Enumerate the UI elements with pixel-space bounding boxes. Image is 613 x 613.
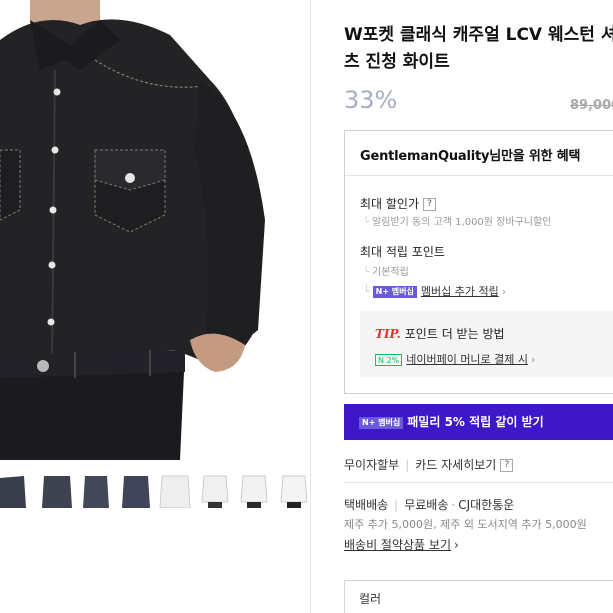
benefit-box: GentlemanQuality님만을 위한 혜택 최대 할인가? └ 알림받기 …: [344, 130, 613, 394]
membership-badge: N+ 멤버십: [372, 286, 417, 298]
membership-badge: N+ 멤버십: [359, 416, 404, 429]
thumbnail-strip: [0, 468, 310, 510]
product-title: W포켓 클래식 캐주얼 LCV 웨스턴 셔 츠 진청 화이트: [344, 22, 613, 76]
divider: [344, 482, 613, 483]
tree-branch-icon: └: [363, 217, 370, 228]
shipping-carrier: CJ대한통운: [458, 498, 515, 512]
membership-link[interactable]: 멤버십 추가 적립: [421, 285, 499, 298]
thumbnail[interactable]: [276, 468, 310, 508]
product-title-line1: W포켓 클래식 캐주얼 LCV 웨스턴 셔: [344, 25, 613, 45]
product-main-image[interactable]: [0, 0, 310, 460]
max-discount-label: 최대 할인가?: [360, 195, 437, 212]
chevron-right-icon: ›: [501, 285, 507, 298]
installment-label: 무이자할부: [344, 458, 400, 472]
tip-pay-row[interactable]: N 2% 네이버페이 머니로 결제 시 ›: [375, 351, 535, 367]
tree-branch-icon: └: [363, 267, 370, 278]
help-icon[interactable]: ?: [423, 198, 437, 211]
base-points-sub: └ 기본적립: [363, 263, 409, 278]
naverpay-badge: N 2%: [375, 354, 403, 366]
tip-title-text: 포인트 더 받는 방법: [404, 327, 505, 341]
chevron-right-icon: ›: [531, 353, 536, 366]
thumbnail[interactable]: [158, 468, 192, 508]
benefit-heading: GentlemanQuality님만을 위한 혜택: [360, 149, 581, 164]
shipping-extra: 제주 추가 5,000원, 제주 외 도서지역 추가 5,000원: [344, 518, 587, 531]
thumbnail[interactable]: [237, 468, 271, 508]
payment-row: 무이자할부 | 카드 자세히보기?: [344, 456, 514, 473]
max-discount-text: 최대 할인가: [360, 197, 420, 211]
product-info-panel: W포켓 클래식 캐주얼 LCV 웨스턴 셔 츠 진청 화이트 33% 89,00…: [344, 0, 613, 613]
naverpay-money-link[interactable]: 네이버페이 머니로 결제 시: [406, 353, 528, 366]
panel-divider: [310, 0, 311, 613]
tree-branch-icon: └: [363, 285, 370, 298]
color-option-select[interactable]: 컬러: [344, 580, 613, 613]
price-row: 33% 89,000원: [344, 86, 613, 120]
tip-box: TIP. 포인트 더 받는 방법 N 2% 네이버페이 머니로 결제 시 ›: [360, 311, 613, 377]
family-banner-text: 패밀리 5% 적립 같이 받기: [407, 415, 544, 429]
shipping-saver-row[interactable]: 배송비 절약상품 보기 ›: [344, 536, 459, 553]
help-icon[interactable]: ?: [500, 459, 514, 472]
max-points-label: 최대 적립 포인트: [360, 245, 445, 259]
shipping-row: 택배배송 | 무료배송 · CJ대한통운: [344, 498, 515, 512]
thumbnail[interactable]: [197, 468, 231, 508]
family-points-banner[interactable]: N+ 멤버십 패밀리 5% 적립 같이 받기: [344, 404, 613, 440]
card-detail-link[interactable]: 카드 자세히보기: [415, 458, 496, 472]
discount-rate: 33%: [344, 86, 398, 114]
shipping-saver-link[interactable]: 배송비 절약상품 보기: [344, 538, 451, 552]
divider: [345, 175, 613, 176]
original-price: 89,000원: [570, 98, 613, 113]
chevron-right-icon: ›: [454, 538, 459, 552]
thumbnail[interactable]: [79, 468, 113, 508]
thumbnail[interactable]: [0, 468, 34, 508]
tip-title: TIP. 포인트 더 받는 방법: [375, 325, 505, 342]
max-discount-sub-text: 알림받기 동의 고객 1,000원 장바구니할인: [372, 217, 552, 228]
membership-points-row[interactable]: └ N+ 멤버십 멤버십 추가 적립 ›: [363, 283, 506, 299]
thumbnail[interactable]: [39, 468, 73, 508]
tip-prefix: TIP.: [375, 327, 401, 341]
color-option-placeholder: 컬러: [359, 592, 382, 606]
shipping-method: 택배배송: [344, 498, 389, 512]
product-title-line2: 츠 진청 화이트: [344, 52, 450, 72]
shipping-fee: 무료배송: [404, 498, 449, 512]
max-discount-sub: └ 알림받기 동의 고객 1,000원 장바구니할인: [363, 213, 551, 228]
thumbnail[interactable]: [118, 468, 152, 508]
base-points-text: 기본적립: [372, 267, 409, 278]
